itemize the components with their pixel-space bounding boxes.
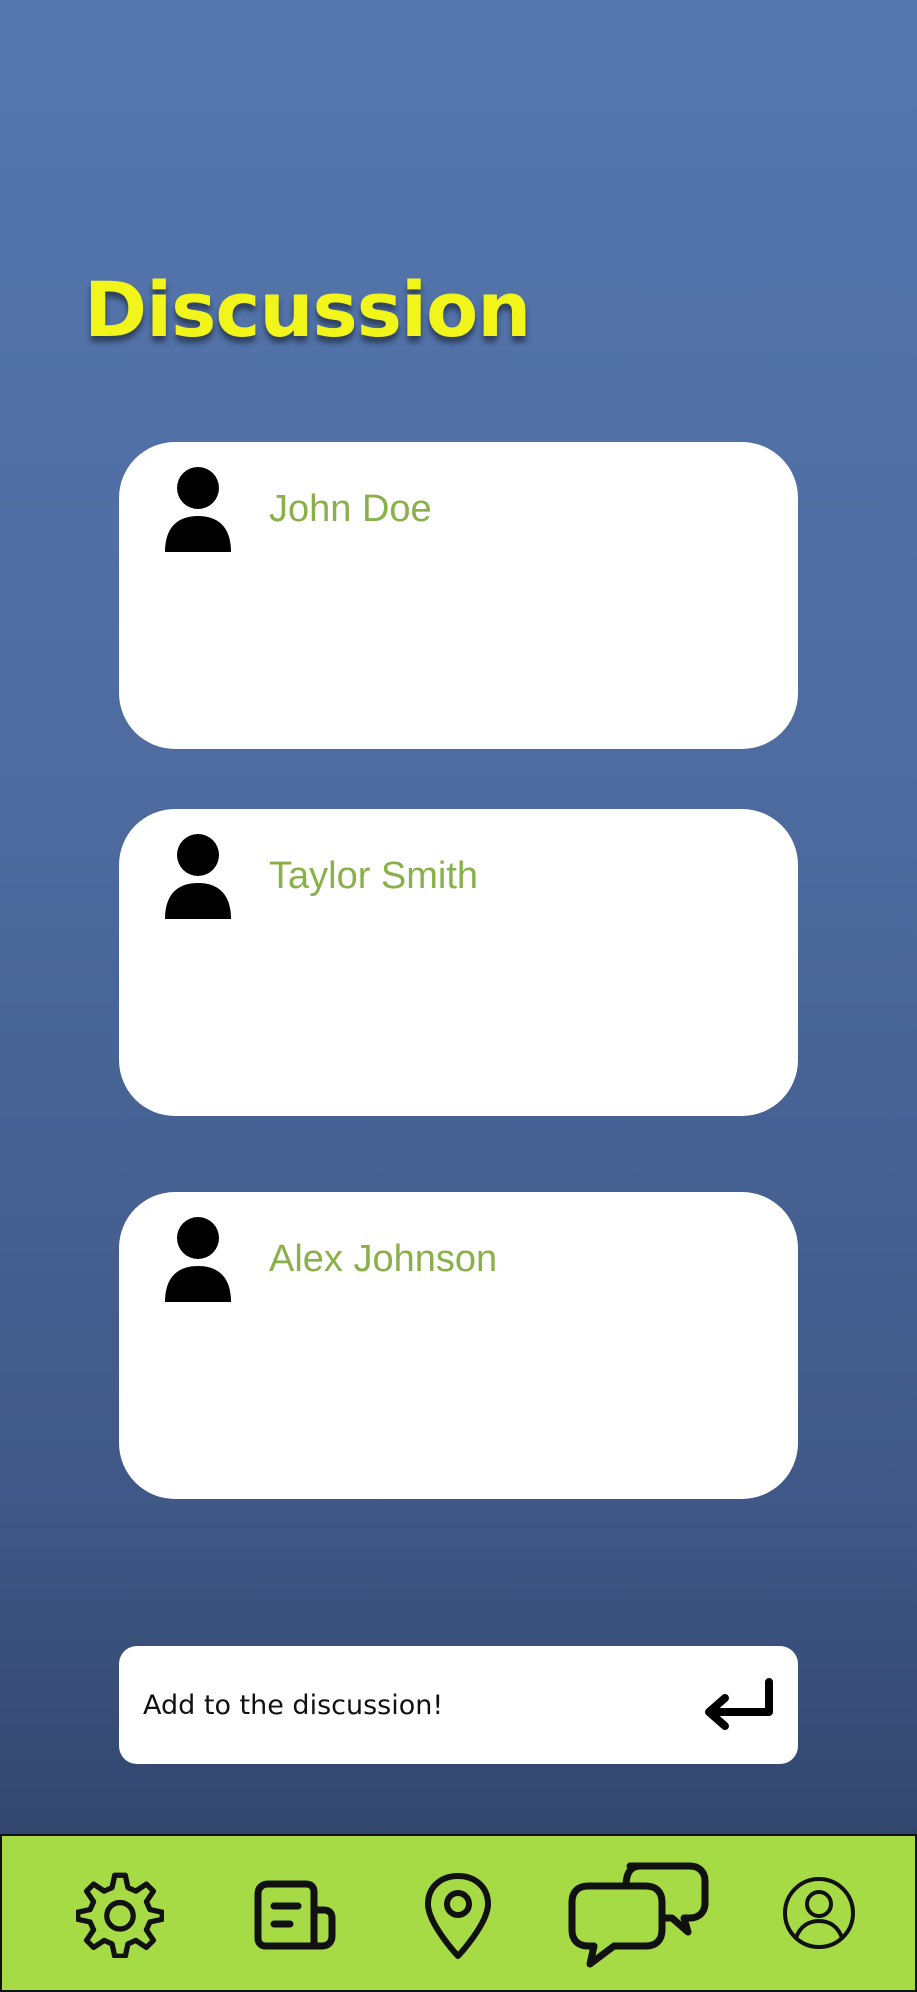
- nav-news-button[interactable]: [254, 1880, 336, 1950]
- page-title: Discussion: [84, 265, 531, 354]
- nav-location-button[interactable]: [422, 1872, 494, 1960]
- post-author: John Doe: [269, 488, 432, 530]
- post-author: Alex Johnson: [269, 1238, 498, 1280]
- return-arrow-icon[interactable]: [699, 1674, 779, 1736]
- discussion-input[interactable]: [143, 1676, 683, 1734]
- nav-chat-button[interactable]: [568, 1858, 710, 1970]
- user-avatar-icon: [165, 467, 231, 552]
- bottom-nav: [0, 1834, 917, 1992]
- nav-settings-button[interactable]: [76, 1870, 164, 1958]
- newspaper-icon: [254, 1880, 336, 1950]
- user-circle-icon: [783, 1877, 855, 1949]
- gear-icon: [76, 1872, 164, 1958]
- map-pin-icon: [425, 1873, 491, 1959]
- discussion-composer: [119, 1646, 798, 1764]
- nav-profile-button[interactable]: [782, 1876, 856, 1950]
- user-avatar-icon: [165, 1217, 231, 1302]
- user-avatar-icon: [165, 834, 231, 919]
- post-card[interactable]: Taylor Smith: [119, 809, 798, 1116]
- post-card[interactable]: Alex Johnson: [119, 1192, 798, 1499]
- post-card[interactable]: John Doe: [119, 442, 798, 749]
- post-author: Taylor Smith: [269, 855, 479, 897]
- chat-bubbles-icon: [568, 1862, 709, 1968]
